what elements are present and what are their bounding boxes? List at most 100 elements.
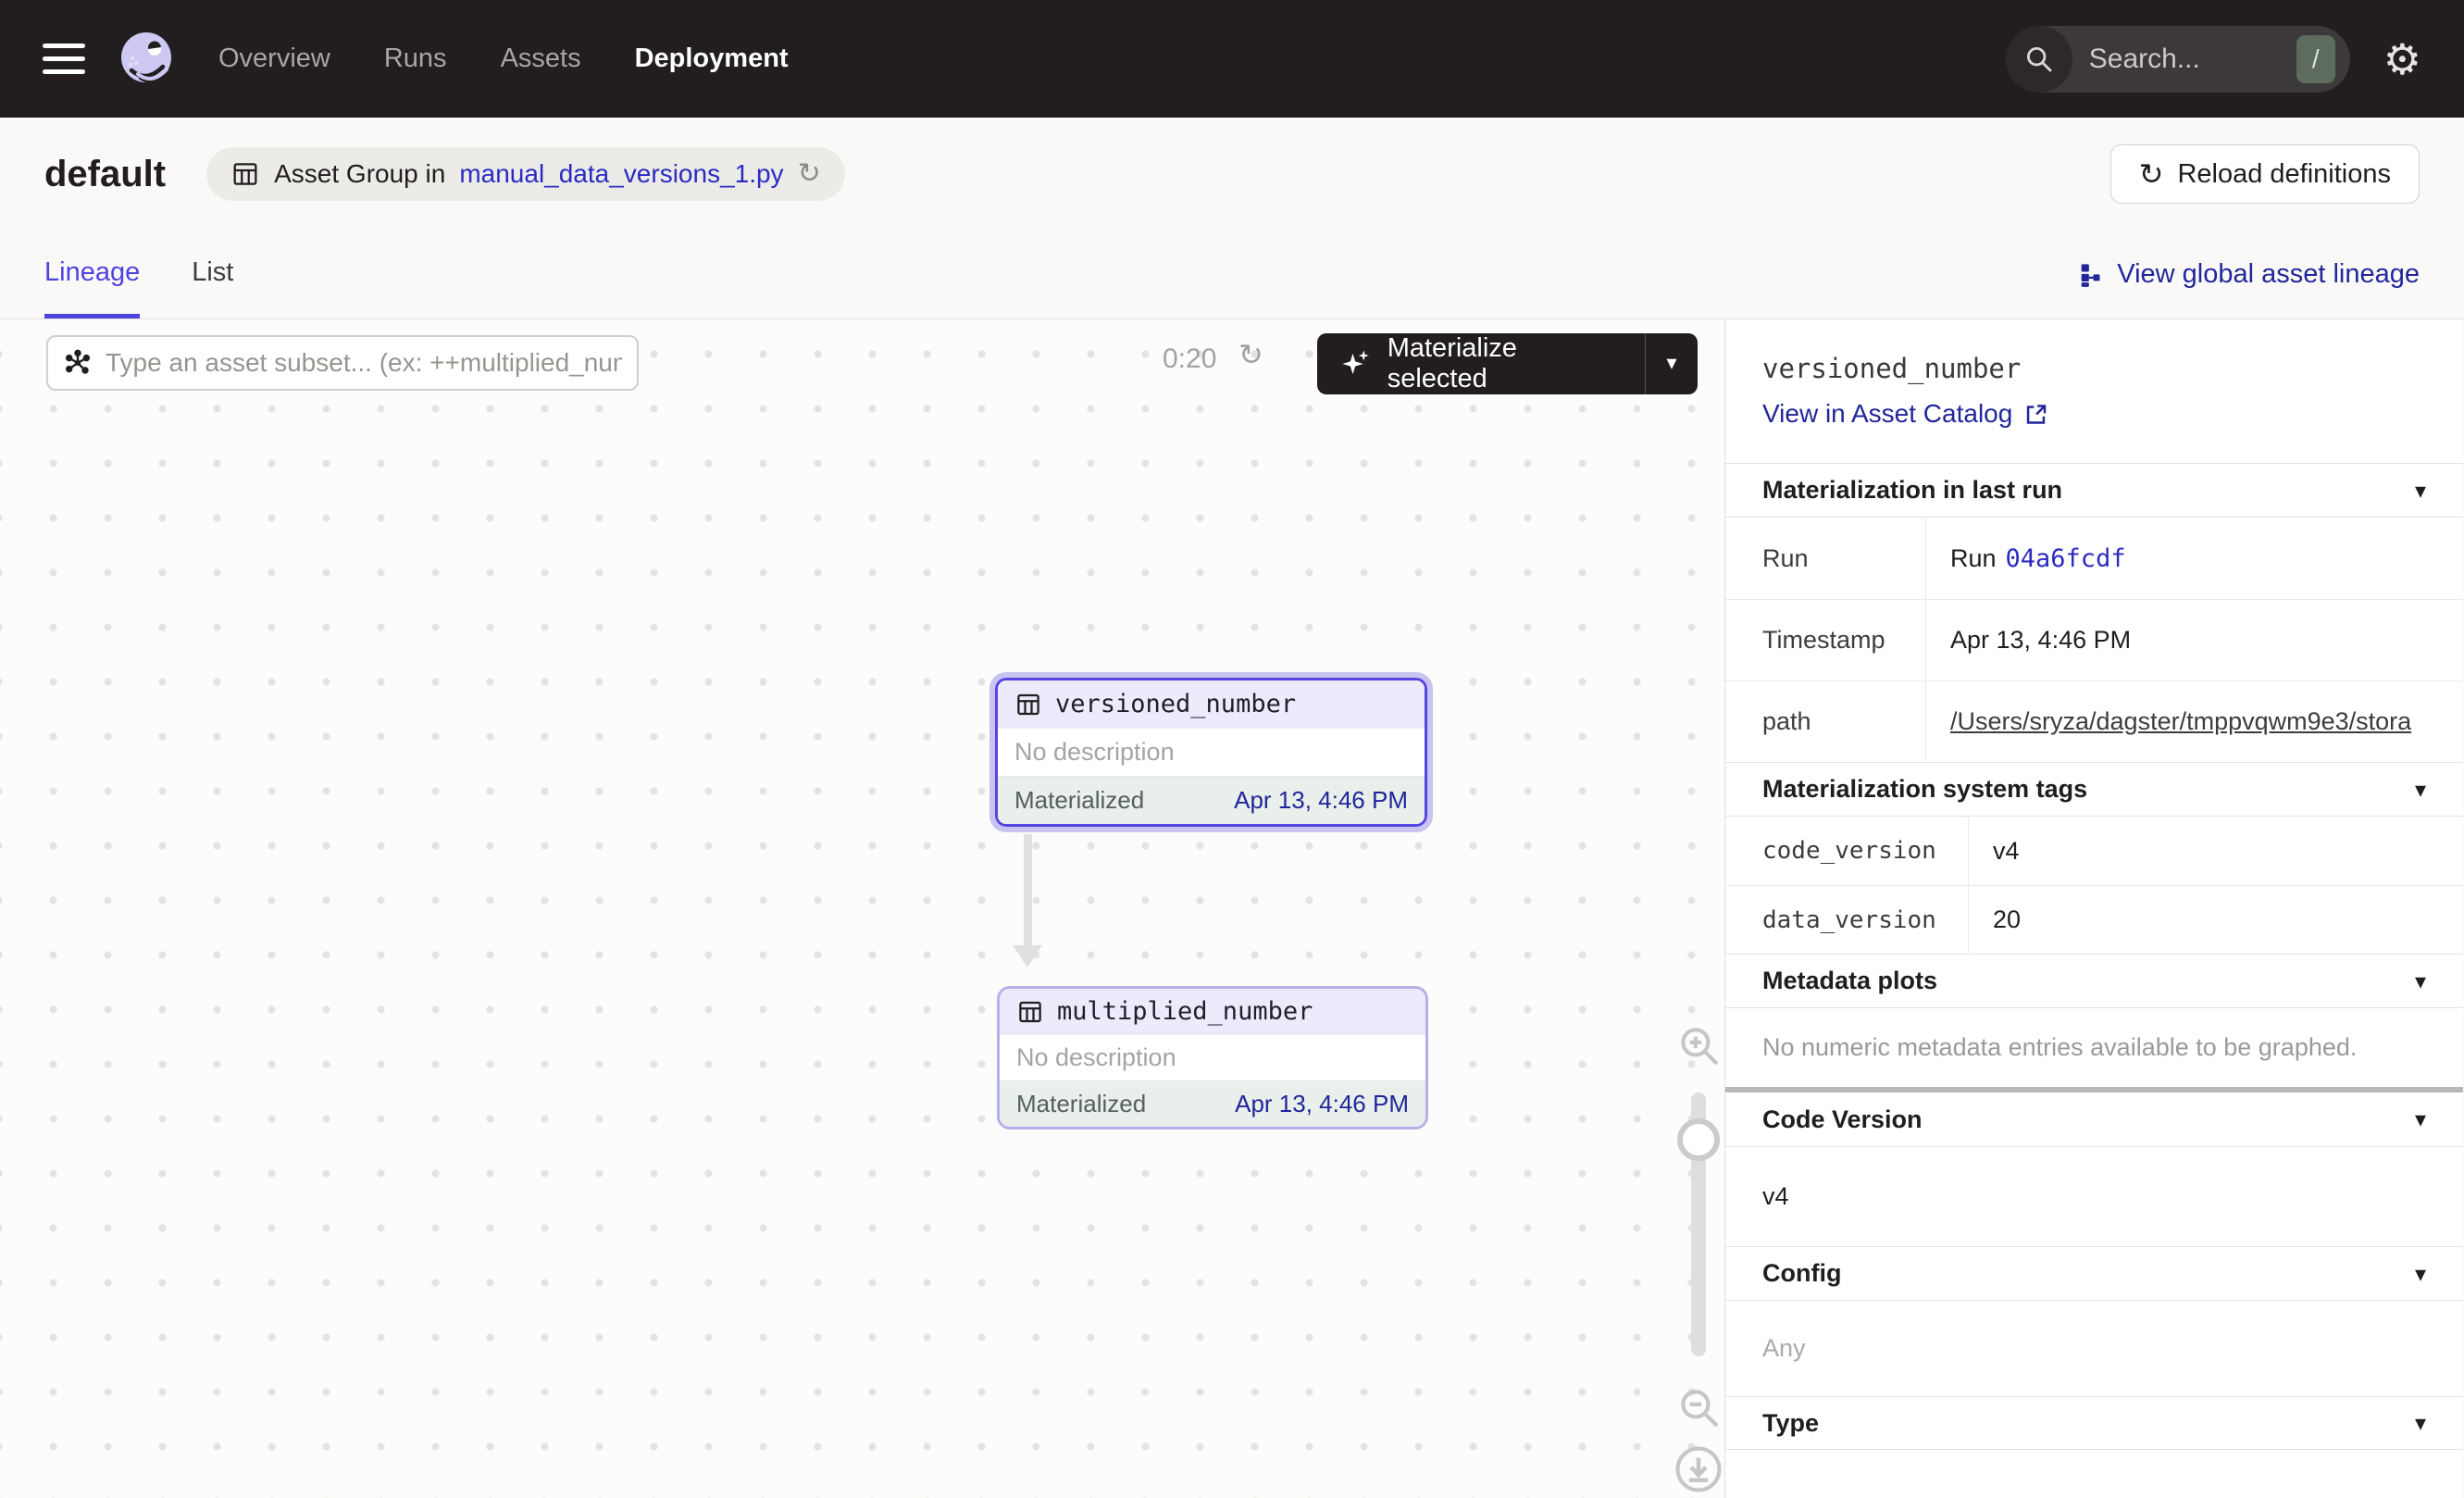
asset-group-chip[interactable]: Asset Group in manual_data_versions_1.py	[206, 147, 845, 201]
reload-icon	[2139, 159, 2164, 189]
global-search[interactable]: /	[2006, 26, 2350, 93]
timestamp-value: Apr 13, 4:46 PM	[1926, 600, 2463, 680]
tag-key: data_version	[1725, 886, 1969, 954]
op-selector-icon	[63, 348, 93, 378]
last-run-table: Run Run 04a6fcdf Timestamp Apr 13, 4:46 …	[1725, 517, 2463, 762]
nav-item-runs[interactable]: Runs	[384, 44, 447, 74]
nav-item-overview[interactable]: Overview	[218, 44, 330, 74]
tag-value: 20	[1969, 886, 2463, 954]
view-global-asset-lineage-label: View global asset lineage	[2117, 259, 2420, 290]
asset-node-versioned-number[interactable]: versioned_number No description Material…	[995, 678, 1427, 827]
chevron-down-icon	[2415, 970, 2426, 992]
tab-list[interactable]: List	[192, 231, 233, 318]
search-shortcut-badge: /	[2296, 35, 2335, 83]
section-type[interactable]: Type	[1725, 1396, 2463, 1450]
config-value: Any	[1725, 1300, 2463, 1396]
section-heading: Materialization in last run	[1762, 476, 2062, 505]
asset-node-description: No description	[1000, 1034, 1425, 1080]
reload-definitions-button[interactable]: Reload definitions	[2110, 144, 2420, 204]
nav-item-deployment[interactable]: Deployment	[635, 44, 789, 74]
table-row-run: Run Run 04a6fcdf	[1725, 518, 2463, 599]
lineage-edge-arrowhead	[1013, 945, 1042, 967]
table-row-path: path /Users/sryza/dagster/tmppvqwm9e3/st…	[1725, 680, 2463, 762]
lineage-canvas[interactable]: 0:20 Materialize selected versioned_numb…	[0, 319, 1724, 1498]
path-link[interactable]: /Users/sryza/dagster/tmppvqwm9e3/stora	[1950, 707, 2411, 736]
graph-refresh-icon[interactable]	[1238, 340, 1263, 369]
chevron-down-icon	[2415, 1263, 2426, 1285]
panel-asset-title: versioned_number	[1762, 353, 2426, 384]
zoom-out-icon[interactable]	[1675, 1384, 1722, 1430]
nav-item-assets[interactable]: Assets	[501, 44, 581, 74]
materialize-selected-label: Materialize selected	[1388, 333, 1623, 394]
search-input[interactable]	[2072, 44, 2296, 75]
chevron-down-icon	[2415, 1412, 2426, 1434]
dagster-logo-icon[interactable]	[117, 30, 176, 89]
section-heading: Code Version	[1762, 1105, 1923, 1134]
asset-node-multiplied-number[interactable]: multiplied_number No description Materia…	[997, 986, 1428, 1130]
run-prefix: Run	[1950, 544, 1997, 573]
section-heading: Config	[1762, 1259, 1841, 1288]
top-nav: Overview Runs Assets Deployment /	[0, 0, 2464, 118]
tag-value: v4	[1969, 817, 2463, 885]
lineage-graph-icon	[2077, 262, 2103, 288]
asset-node-timestamp-link[interactable]: Apr 13, 4:46 PM	[1235, 1090, 1409, 1118]
section-metadata-plots[interactable]: Metadata plots	[1725, 954, 2463, 1007]
run-id-link[interactable]: 04a6fcdf	[2006, 544, 2126, 573]
lineage-edge	[1024, 834, 1032, 945]
main-nav: Overview Runs Assets Deployment	[218, 44, 789, 74]
table-row-data-version: data_version 20	[1725, 885, 2463, 954]
chevron-down-icon	[2415, 779, 2426, 801]
chevron-down-icon	[1666, 354, 1676, 374]
table-row-code-version: code_version v4	[1725, 817, 2463, 885]
page-title: default	[44, 154, 166, 195]
section-code-version[interactable]: Code Version	[1725, 1092, 2463, 1146]
asset-node-name: multiplied_number	[1057, 997, 1313, 1026]
asset-group-chip-label: Asset Group in	[274, 159, 445, 189]
view-in-asset-catalog-link[interactable]: View in Asset Catalog	[1762, 399, 2048, 429]
page-header: default Asset Group in manual_data_versi…	[0, 118, 2464, 319]
materialize-dropdown-button[interactable]	[1646, 354, 1698, 374]
section-heading: Materialization system tags	[1762, 775, 2087, 804]
row-label: path	[1725, 681, 1926, 762]
section-config[interactable]: Config	[1725, 1246, 2463, 1300]
zoom-in-icon[interactable]	[1675, 1022, 1722, 1068]
search-icon	[2006, 26, 2072, 93]
tab-lineage[interactable]: Lineage	[44, 231, 140, 318]
materialize-selected-button[interactable]: Materialize selected	[1317, 333, 1698, 394]
row-label: Timestamp	[1725, 600, 1926, 680]
asset-node-name: versioned_number	[1055, 690, 1296, 718]
code-version-value: v4	[1725, 1146, 2463, 1246]
hamburger-menu-icon[interactable]	[43, 44, 85, 74]
asset-subset-input[interactable]	[106, 348, 622, 378]
chip-refresh-icon[interactable]	[798, 160, 821, 188]
metadata-plots-empty-message: No numeric metadata entries available to…	[1725, 1007, 2463, 1087]
table-icon	[1014, 691, 1042, 718]
asset-subset-filter[interactable]	[46, 335, 639, 391]
tag-key: code_version	[1725, 817, 1969, 885]
section-materialization-system-tags[interactable]: Materialization system tags	[1725, 762, 2463, 816]
chevron-down-icon	[2415, 1108, 2426, 1130]
view-in-asset-catalog-label: View in Asset Catalog	[1762, 399, 2012, 429]
section-heading: Type	[1762, 1409, 1819, 1438]
settings-gear-icon[interactable]	[2383, 38, 2421, 81]
zoom-slider-handle[interactable]	[1677, 1118, 1720, 1161]
chevron-down-icon	[2415, 480, 2426, 502]
asset-node-timestamp-link[interactable]: Apr 13, 4:46 PM	[1234, 786, 1408, 815]
table-row-timestamp: Timestamp Apr 13, 4:46 PM	[1725, 599, 2463, 680]
refresh-timer: 0:20	[1163, 343, 1216, 375]
row-label: Run	[1725, 518, 1926, 599]
section-materialization-in-last-run[interactable]: Materialization in last run	[1725, 463, 2463, 517]
reload-definitions-label: Reload definitions	[2177, 159, 2391, 190]
system-tags-table: code_version v4 data_version 20	[1725, 816, 2463, 954]
section-heading: Metadata plots	[1762, 967, 1937, 995]
view-tabs: Lineage List View global asset lineage	[44, 231, 2420, 318]
asset-group-file-link[interactable]: manual_data_versions_1.py	[459, 159, 783, 189]
asset-details-panel: versioned_number View in Asset Catalog M…	[1724, 319, 2463, 1498]
table-icon	[1016, 998, 1044, 1026]
external-link-icon	[2023, 402, 2048, 427]
asset-node-status: Materialized	[1016, 1090, 1146, 1118]
asset-node-status: Materialized	[1014, 786, 1144, 815]
view-global-asset-lineage-link[interactable]: View global asset lineage	[2077, 231, 2420, 318]
asset-group-icon	[230, 159, 260, 189]
download-view-icon[interactable]	[1674, 1444, 1724, 1494]
